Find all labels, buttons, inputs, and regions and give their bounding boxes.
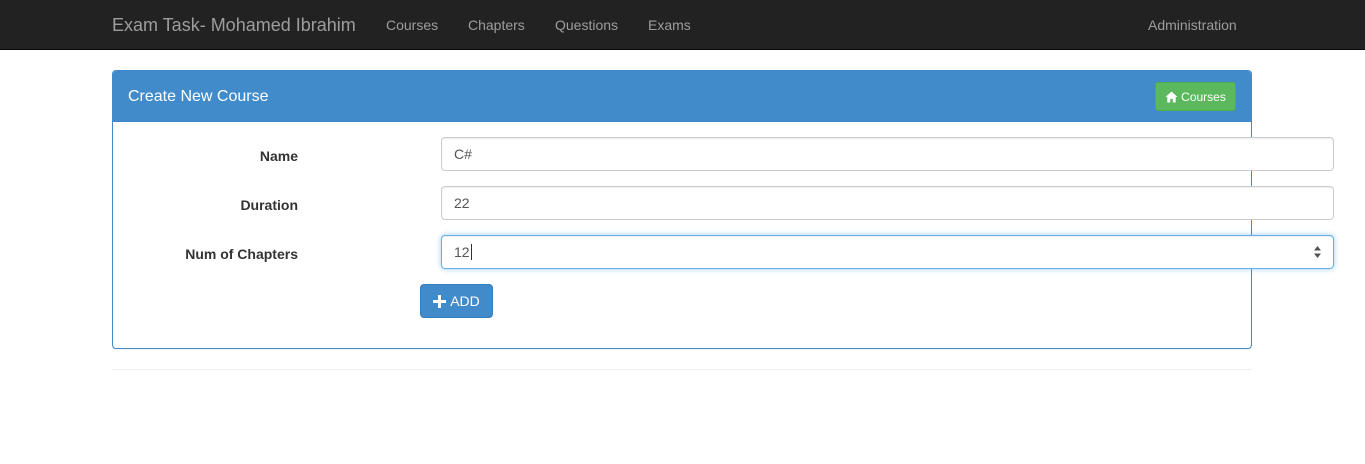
nav-link-courses[interactable]: Courses [386,16,438,34]
plus-icon [433,294,447,308]
navbar-brand[interactable]: Exam Task- Mohamed Ibrahim [112,15,356,35]
navbar: Exam Task- Mohamed Ibrahim Courses Chapt… [0,0,1365,50]
name-input[interactable]: C# [441,137,1334,171]
text-cursor [470,244,472,261]
nav-link-chapters[interactable]: Chapters [468,16,525,34]
nav-link-administration[interactable]: Administration [1148,16,1237,34]
courses-button[interactable]: Courses [1155,82,1236,111]
nav-link-questions[interactable]: Questions [555,16,618,34]
divider [112,369,1252,370]
duration-input-value: 22 [454,195,470,211]
add-button[interactable]: ADD [420,284,493,318]
home-icon [1165,91,1178,102]
create-course-panel: Create New Course Courses Name C# Durati… [112,70,1334,349]
name-input-value: C# [454,146,472,162]
panel-heading: Create New Course Courses [113,71,1251,122]
nav-link-exams[interactable]: Exams [648,16,691,34]
num-chapters-label: Num of Chapters [185,246,298,262]
number-spinner-icon[interactable] [1313,245,1322,259]
courses-button-label: Courses [1181,89,1226,104]
num-chapters-input-value: 12 [454,244,470,260]
add-button-label: ADD [450,293,480,309]
name-label: Name [259,148,298,164]
panel-title: Create New Course [128,88,269,105]
duration-label: Duration [240,197,298,213]
duration-input[interactable]: 22 [441,186,1334,220]
num-chapters-input[interactable]: 12 [441,235,1334,269]
